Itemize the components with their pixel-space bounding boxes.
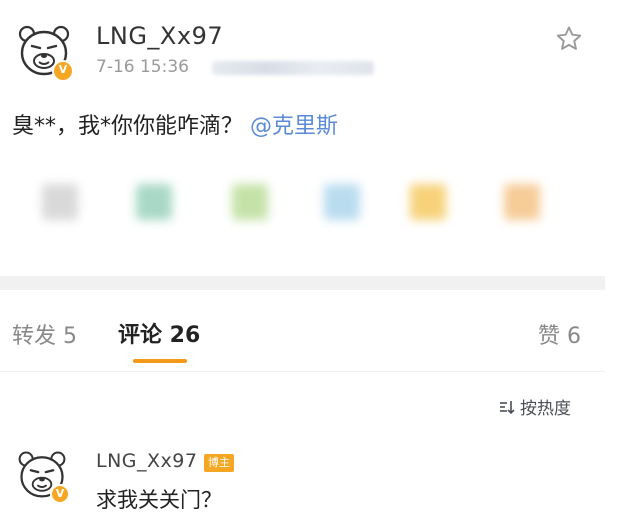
active-tab-indicator	[133, 359, 187, 363]
author-badge: 博主	[204, 454, 234, 472]
tab-likes[interactable]: 赞 6	[538, 318, 581, 350]
section-divider	[0, 276, 605, 290]
verified-badge-icon	[50, 484, 70, 504]
comment-username[interactable]: LNG_Xx97	[96, 450, 197, 472]
sort-label: 按热度	[520, 399, 571, 419]
post-username[interactable]: LNG_Xx97	[96, 22, 223, 50]
blurred-emoji-row	[0, 168, 640, 238]
blurred-emoji-2	[136, 184, 172, 220]
mention-link[interactable]: @克里斯	[250, 114, 338, 139]
blurred-emoji-6	[504, 184, 540, 220]
sort-icon	[498, 398, 516, 416]
tabs-divider	[0, 371, 605, 372]
comment-text: 求我关关门？	[96, 488, 222, 512]
tab-comments[interactable]: 评论 26	[118, 317, 200, 349]
sort-button[interactable]: 按热度	[498, 394, 571, 419]
post-source-blurred	[212, 61, 374, 75]
blurred-emoji-5	[410, 184, 446, 220]
verified-badge-icon	[52, 60, 74, 82]
tab-repost[interactable]: 转发 5	[12, 318, 77, 350]
post-text: 臭**，我*你你能咋滴？ @克里斯	[12, 108, 338, 140]
blurred-emoji-4	[324, 184, 360, 220]
post-timestamp: 7-16 15:36	[96, 57, 189, 77]
blurred-emoji-3	[232, 184, 268, 220]
post-body-text: 臭**，我*你你能咋滴？	[12, 114, 244, 139]
favorite-star-icon[interactable]	[554, 24, 584, 54]
blurred-emoji-1	[42, 184, 78, 220]
